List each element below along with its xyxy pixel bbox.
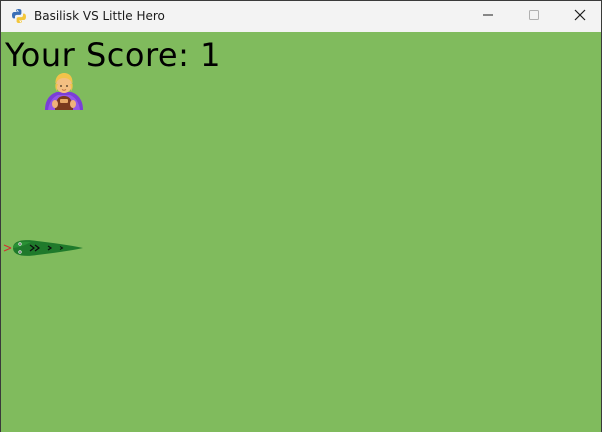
game-canvas[interactable]: Your Score: 1: [1, 32, 601, 432]
title-bar[interactable]: Basilisk VS Little Hero: [1, 1, 601, 32]
hero-icon: [41, 70, 87, 116]
minimize-icon: [482, 9, 494, 24]
window-title: Basilisk VS Little Hero: [34, 9, 165, 23]
snake-icon: [3, 236, 87, 260]
close-button[interactable]: [557, 1, 602, 32]
score-label: Your Score: 1: [5, 36, 221, 74]
python-icon: [11, 8, 27, 24]
maximize-button[interactable]: [511, 1, 557, 32]
close-icon: [574, 9, 586, 24]
game-window: Basilisk VS Little Hero Your Score: 1: [0, 0, 602, 432]
maximize-icon: [528, 9, 540, 24]
minimize-button[interactable]: [465, 1, 511, 32]
